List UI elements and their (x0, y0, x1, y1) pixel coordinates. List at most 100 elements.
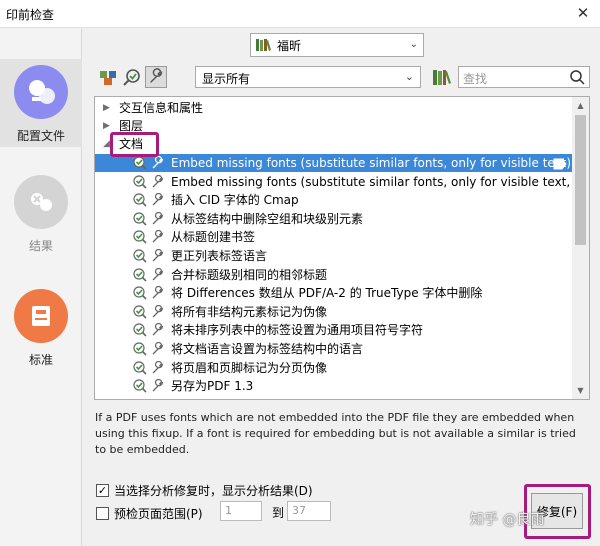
check-status-icon (133, 360, 147, 375)
tree-item-row[interactable]: 另存为PDF 1.3 (95, 377, 573, 395)
tree-item-row[interactable]: 合并标题级别相同的相邻标题 (95, 266, 573, 284)
wrench-icon (151, 248, 165, 263)
tree-item-row[interactable]: Embed missing fonts (substitute similar … (95, 154, 573, 172)
wrench-icon (151, 230, 165, 244)
wrench-icon (151, 304, 165, 319)
results-icon (14, 175, 68, 229)
analyze-icon (100, 71, 116, 85)
checkbox-unchecked-icon[interactable] (96, 507, 109, 520)
tree-item-label: 将 Differences 数组从 PDF/A-2 的 TrueType 字体中… (171, 286, 483, 301)
tree-item-label: 将文档语言设置为标签结构中的语言 (171, 342, 364, 356)
filter-dropdown[interactable]: 显示所有 ⌄ (195, 66, 421, 88)
scroll-up-icon[interactable]: ▲ (572, 97, 589, 114)
library-icon (256, 39, 271, 51)
wrench-icon (151, 267, 165, 282)
tree-item-label: Embed missing fonts (substitute similar … (171, 156, 572, 170)
tree-item-row[interactable]: 从标签结构中删除空组和块级别元素 (95, 210, 573, 228)
tree-group-interactive[interactable]: ▶ 交互信息和属性 (95, 99, 573, 117)
fix-button[interactable]: 修复(F) (531, 493, 583, 529)
tree-item-label: 合并标题级别相同的相邻标题 (171, 267, 328, 282)
check-status-icon (133, 156, 147, 170)
page-to-label: 到 (272, 506, 285, 520)
search-icon[interactable] (569, 69, 585, 85)
wrench-icon (151, 174, 165, 189)
search-placeholder: 查找 (463, 72, 488, 86)
fixup-tree[interactable]: ▶ 交互信息和属性 ▶ 图层 ◢ 文档 Embed missing fonts … (94, 96, 590, 400)
profile-icon (14, 65, 68, 119)
library-icon[interactable] (432, 68, 452, 86)
wrench-icon (151, 193, 165, 207)
wrench-icon (150, 68, 163, 83)
check-status-icon (133, 212, 147, 226)
tree-item-label: 将未排序列表中的标签设置为通用项目符号字符 (171, 323, 424, 338)
title-bar: 印前检查 ✕ (0, 0, 600, 28)
left-nav-pane: 配置文件 结果 标准 (0, 29, 82, 546)
check-status-icon (133, 323, 147, 337)
nav-item-standards[interactable]: 标准 (0, 285, 82, 373)
standards-icon (14, 289, 68, 343)
magnifier-check-icon (123, 69, 140, 86)
tree-item-row[interactable]: 从标题创建书签 (95, 228, 573, 246)
tree-item-label: 将所有非结构元素标记为伪像 (171, 304, 328, 319)
nav-label-results: 结果 (28, 239, 53, 253)
nav-item-profiles[interactable]: 配置文件 (0, 59, 82, 147)
tree-item-row[interactable]: 将未排序列表中的标签设置为通用项目符号字符 (95, 321, 573, 339)
check-status-icon (133, 230, 147, 244)
tree-item-row[interactable]: Embed missing fonts (substitute similar … (95, 173, 589, 191)
check-filter-button[interactable] (121, 66, 143, 88)
analyze-filter-button[interactable] (97, 66, 119, 88)
tree-group-document[interactable]: ◢ 文档 (95, 135, 573, 153)
filter-dropdown-value: 显示所有 (202, 72, 251, 86)
checkbox-checked-icon[interactable]: ✓ (96, 484, 109, 497)
check-status-icon (133, 379, 147, 393)
tree-item-row[interactable]: 将文档语言设置为标签结构中的语言 (95, 340, 573, 358)
tree-item-label: Embed missing fonts (substitute similar … (171, 174, 589, 189)
tree-item-label: 另存为PDF 1.3 (171, 379, 254, 394)
close-icon[interactable]: ✕ (574, 4, 592, 22)
show-results-checkbox[interactable]: ✓ 当选择分析修复时，显示分析结果(D) (96, 482, 313, 499)
vertical-scrollbar[interactable]: ▲ ▼ (572, 97, 589, 399)
caret-right-icon[interactable]: ▶ (103, 117, 110, 135)
wrench-icon (151, 379, 165, 393)
tag-icon[interactable] (553, 157, 567, 170)
tree-item-label: 将页眉和页脚标记为分页伪像 (171, 360, 328, 375)
show-results-label: 当选择分析修复时，显示分析结果(D) (114, 484, 313, 498)
check-status-icon (133, 286, 147, 300)
tree-group-label: 文档 (119, 137, 144, 151)
tree-item-label: 从标题创建书签 (171, 230, 256, 245)
scroll-thumb[interactable] (575, 115, 586, 245)
chevron-down-icon: ⌄ (409, 39, 418, 50)
wrench-icon (151, 323, 165, 337)
profile-dropdown-value: 福昕 (277, 38, 302, 53)
fixup-filter-button[interactable] (145, 66, 167, 88)
tree-item-row[interactable]: 将页眉和页脚标记为分页伪像 (95, 359, 573, 377)
window-title: 印前检查 (6, 8, 55, 22)
page-from-input[interactable]: 1 (220, 501, 262, 521)
tree-item-row[interactable]: 更正列表标签语言 (95, 247, 573, 265)
page-to-input[interactable]: 37 (287, 501, 331, 521)
tree-group-label: 图层 (119, 119, 144, 133)
caret-right-icon[interactable]: ▶ (103, 99, 110, 117)
tree-item-label: 插入 CID 字体的 Cmap (171, 193, 299, 208)
caret-down-icon[interactable]: ◢ (103, 135, 110, 153)
check-status-icon (133, 305, 147, 319)
nav-item-results[interactable]: 结果 (0, 171, 82, 259)
tree-group-layers[interactable]: ▶ 图层 (95, 117, 573, 135)
check-status-icon (133, 249, 147, 263)
tree-item-row[interactable]: 将所有非结构元素标记为伪像 (95, 303, 573, 321)
page-range-checkbox[interactable]: 预检页面范围(P) (96, 505, 203, 522)
fixup-description: If a PDF uses fonts which are not embedd… (95, 411, 576, 456)
scroll-down-icon[interactable]: ▼ (572, 382, 589, 399)
tree-item-row[interactable]: 插入 CID 字体的 Cmap (95, 191, 573, 209)
check-status-icon (133, 267, 147, 282)
check-status-icon (133, 193, 147, 207)
search-input[interactable]: 查找 (458, 66, 590, 88)
wrench-icon (151, 286, 165, 300)
tree-item-row[interactable]: 将 Differences 数组从 PDF/A-2 的 TrueType 字体中… (95, 284, 573, 302)
profile-dropdown[interactable]: 福昕 ⌄ (250, 33, 424, 57)
check-status-icon (133, 174, 147, 189)
tree-item-label: 从标签结构中删除空组和块级别元素 (171, 211, 364, 226)
wrench-icon (151, 155, 165, 170)
nav-label-profiles: 配置文件 (16, 129, 65, 143)
chevron-down-icon: ⌄ (404, 70, 414, 83)
